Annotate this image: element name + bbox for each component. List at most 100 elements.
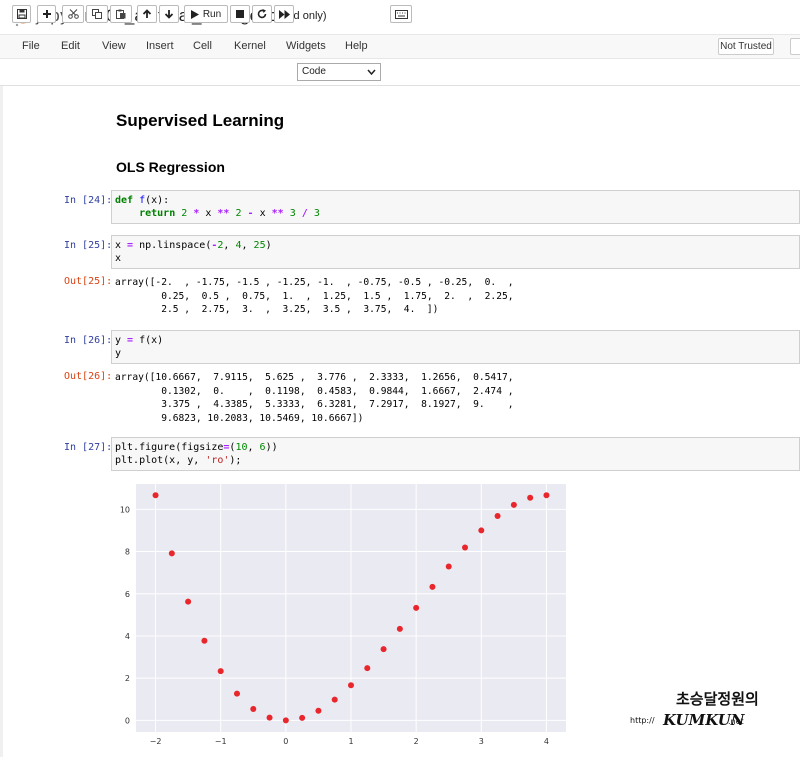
y-tick-label: 4 xyxy=(125,632,130,641)
data-point xyxy=(348,682,354,689)
run-label: Run xyxy=(202,8,222,20)
command-palette-button[interactable] xyxy=(390,5,412,23)
x-tick-label: −2 xyxy=(150,737,162,746)
plus-icon xyxy=(42,10,51,18)
x-tick-label: 3 xyxy=(479,737,484,746)
insert-cell-button[interactable] xyxy=(37,5,56,23)
keyboard-icon xyxy=(394,9,408,19)
output-line: 9.6823, 10.2083, 10.5469, 10.6667]) xyxy=(115,412,364,424)
save-icon xyxy=(16,9,27,19)
x-tick-label: −1 xyxy=(215,737,227,746)
data-point xyxy=(527,494,534,501)
data-point xyxy=(494,513,501,520)
code-line: y = f(x) xyxy=(115,335,164,346)
code-line: y xyxy=(115,348,122,359)
cell-type-select[interactable]: Code xyxy=(297,63,381,81)
copy-icon xyxy=(92,9,102,19)
toolbar xyxy=(0,59,800,86)
play-icon xyxy=(190,9,199,19)
out-prompt-26: Out[26]: xyxy=(64,371,113,382)
menu-file[interactable]: File xyxy=(22,40,40,52)
scissors-icon xyxy=(67,9,79,19)
data-point xyxy=(152,492,159,499)
data-point xyxy=(185,598,192,605)
cell-type-value: Code xyxy=(302,66,326,77)
data-point xyxy=(168,550,175,557)
output-line: 3.375 , 4.3385, 5.3333, 6.3281, 7.2917, … xyxy=(115,399,514,411)
data-point xyxy=(413,604,420,611)
data-point xyxy=(266,714,273,721)
watermark-logo: 초승달정원의 http:// KUMKUN .net xyxy=(630,690,759,729)
data-point xyxy=(462,544,469,551)
data-point xyxy=(233,690,240,697)
y-tick-label: 6 xyxy=(125,590,130,599)
menu-insert[interactable]: Insert xyxy=(146,40,174,52)
code-line: plt.plot(x, y, 'ro'); xyxy=(115,455,242,466)
watermark-url-prefix: http:// xyxy=(630,716,655,725)
data-point xyxy=(478,527,485,534)
restart-button[interactable] xyxy=(252,5,272,23)
watermark-title: 초승달정원의 xyxy=(676,690,759,708)
data-point xyxy=(429,583,436,590)
x-tick-label: 0 xyxy=(283,737,288,746)
move-down-button[interactable] xyxy=(159,5,179,23)
data-point xyxy=(396,625,403,632)
menu-view[interactable]: View xyxy=(102,40,126,52)
heading-ols-regression: OLS Regression xyxy=(116,159,225,175)
kernel-indicator xyxy=(790,38,800,55)
in-prompt-27: In [27]: xyxy=(64,442,113,453)
data-point xyxy=(445,563,452,570)
code-line: plt.figure(figsize=(10, 6)) xyxy=(115,442,278,453)
code-line: def f(x): xyxy=(115,195,170,206)
restart-run-all-button[interactable] xyxy=(274,5,294,23)
data-point xyxy=(543,492,550,499)
output-line: array([10.6667, 7.9115, 5.625 , 3.776 , … xyxy=(115,372,514,383)
output-line: 0.1302, 0. , 0.1198, 0.4583, 0.9844, 1.6… xyxy=(115,385,514,397)
data-point xyxy=(510,501,517,508)
menu-edit[interactable]: Edit xyxy=(61,40,80,52)
in-prompt-24: In [24]: xyxy=(64,195,113,206)
chevron-down-icon xyxy=(367,69,376,76)
arrow-up-icon xyxy=(142,9,152,18)
data-point xyxy=(299,714,306,721)
data-point xyxy=(315,707,322,714)
interrupt-button[interactable] xyxy=(230,5,250,23)
data-point xyxy=(282,717,289,724)
scatter-plot: −2 −1 0 1 2 3 4 0 2 4 6 8 10 xyxy=(120,484,566,746)
menu-widgets[interactable]: Widgets xyxy=(286,40,326,52)
copy-button[interactable] xyxy=(86,5,108,23)
output-line: 2.5 , 2.75, 3. , 3.25, 3.5 , 3.75, 4. ]) xyxy=(115,304,439,316)
stop-icon xyxy=(236,10,244,18)
x-tick-label: 4 xyxy=(544,737,549,746)
data-point xyxy=(364,665,371,672)
code-cell-26[interactable] xyxy=(111,330,800,364)
in-prompt-26: In [26]: xyxy=(64,335,113,346)
in-prompt-25: In [25]: xyxy=(64,240,113,251)
fast-forward-icon xyxy=(278,9,290,19)
data-point xyxy=(217,668,224,675)
paste-icon xyxy=(116,9,126,19)
heading-supervised-learning: Supervised Learning xyxy=(116,111,285,130)
data-point xyxy=(331,696,338,703)
move-up-button[interactable] xyxy=(137,5,157,23)
menubar: File Edit View Insert Cell Kernel Widget… xyxy=(0,34,800,59)
data-point xyxy=(201,637,208,644)
x-tick-label: 2 xyxy=(414,737,419,746)
cut-button[interactable] xyxy=(62,5,84,23)
menu-cell[interactable]: Cell xyxy=(193,40,212,52)
not-trusted-button[interactable]: Not Trusted xyxy=(718,38,774,55)
arrow-down-icon xyxy=(164,10,174,19)
paste-button[interactable] xyxy=(110,5,132,23)
menu-kernel[interactable]: Kernel xyxy=(234,40,266,52)
output-line: array([-2. , -1.75, -1.5 , -1.25, -1. , … xyxy=(115,277,514,288)
code-line: x xyxy=(115,253,122,264)
notebook-gutter xyxy=(0,86,3,757)
data-point xyxy=(380,646,387,653)
out-prompt-25: Out[25]: xyxy=(64,276,113,287)
run-button[interactable]: Run xyxy=(184,5,228,23)
menu-help[interactable]: Help xyxy=(345,40,368,52)
output-line: 0.25, 0.5 , 0.75, 1. , 1.25, 1.5 , 1.75,… xyxy=(115,290,514,302)
save-button[interactable] xyxy=(12,5,31,23)
y-tick-label: 8 xyxy=(125,548,130,557)
code-line: return 2 * x ** 2 - x ** 3 / 3 xyxy=(139,208,320,219)
